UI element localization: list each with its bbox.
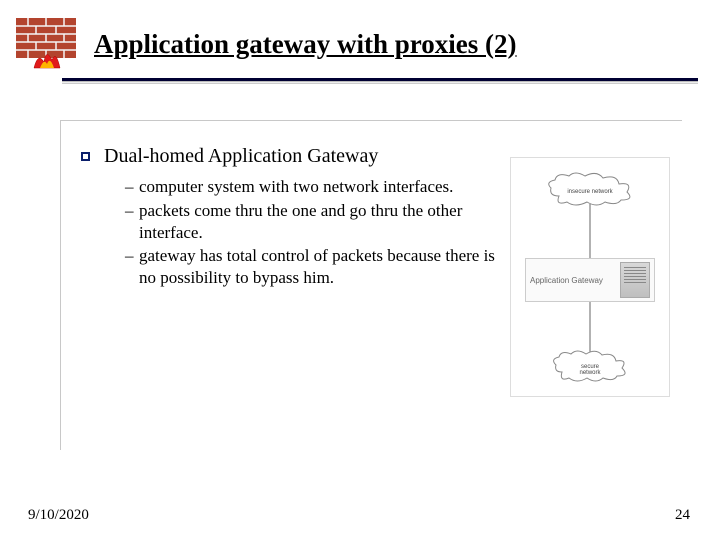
dash-icon: – <box>125 200 139 244</box>
connector-line <box>590 302 591 352</box>
gateway-label: Application Gateway <box>530 276 603 285</box>
connector-line <box>590 204 591 258</box>
content-frame: Dual-homed Application Gateway – compute… <box>60 120 682 450</box>
dash-icon: – <box>125 245 139 289</box>
footer-page-number: 24 <box>675 507 690 524</box>
text-column: Dual-homed Application Gateway – compute… <box>81 145 510 432</box>
footer-date: 9/10/2020 <box>28 507 89 524</box>
diagram-column: insecure network Application Gateway sec… <box>510 145 670 432</box>
sub-bullet-list: – computer system with two network inter… <box>125 176 502 289</box>
sub-bullet-text: packets come thru the one and go thru th… <box>139 200 502 244</box>
dash-icon: – <box>125 176 139 198</box>
cloud-secure: secure network <box>550 350 630 376</box>
bullet-main: Dual-homed Application Gateway <box>81 145 502 168</box>
sub-bullet: – gateway has total control of packets b… <box>125 245 502 289</box>
sub-bullet-text: computer system with two network interfa… <box>139 176 453 198</box>
firewall-icon <box>16 18 76 70</box>
sub-bullet-text: gateway has total control of packets bec… <box>139 245 502 289</box>
gateway-node: Application Gateway <box>525 258 655 302</box>
title-underline-rule <box>62 78 698 84</box>
square-bullet-icon <box>81 152 90 161</box>
sub-bullet: – packets come thru the one and go thru … <box>125 200 502 244</box>
cloud-insecure: insecure network <box>545 172 635 195</box>
network-diagram: insecure network Application Gateway sec… <box>510 157 670 397</box>
slide-header: Application gateway with proxies (2) <box>0 0 720 76</box>
server-icon <box>620 262 650 298</box>
slide-title: Application gateway with proxies (2) <box>94 29 517 60</box>
bullet-main-text: Dual-homed Application Gateway <box>104 145 378 168</box>
sub-bullet: – computer system with two network inter… <box>125 176 502 198</box>
